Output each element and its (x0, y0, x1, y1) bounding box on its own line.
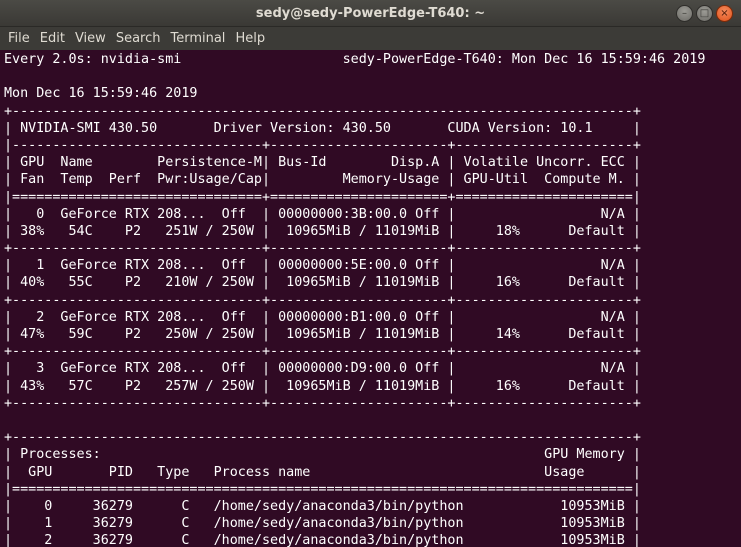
processes-border-line: +---------------------------------------… (4, 430, 641, 446)
close-icon: × (720, 8, 729, 19)
gpu-1-usage-line: | 40% 55C P2 210W / 250W | 10965MiB / 11… (4, 275, 641, 291)
process-row-1: | 1 36279 C /home/sedy/anaconda3/bin/pyt… (4, 516, 641, 532)
menu-file[interactable]: File (3, 27, 35, 50)
table-separator-line: |===============================+=======… (4, 189, 641, 205)
timestamp-line: Mon Dec 16 15:59:46 2019 (4, 86, 198, 102)
maximize-icon: □ (699, 8, 710, 19)
menu-help[interactable]: Help (230, 27, 270, 50)
title-bar[interactable]: sedy@sedy-PowerEdge-T640: ~ – □ × (0, 0, 741, 27)
window-title: sedy@sedy-PowerEdge-T640: ~ (255, 6, 486, 21)
terminal-window: sedy@sedy-PowerEdge-T640: ~ – □ × File E… (0, 0, 741, 547)
table-border-line: +-------------------------------+-------… (4, 344, 641, 360)
process-row-2: | 2 36279 C /home/sedy/anaconda3/bin/pyt… (4, 533, 641, 547)
process-row-0: | 0 36279 C /home/sedy/anaconda3/bin/pyt… (4, 498, 641, 514)
terminal-output[interactable]: Every 2.0s: nvidia-smi sedy-PowerEdge-T6… (4, 51, 741, 547)
minimize-icon: – (682, 8, 687, 19)
table-border-line: +-------------------------------+-------… (4, 292, 641, 308)
close-button[interactable]: × (716, 5, 733, 22)
gpu-header-line-1: | GPU Name Persistence-M| Bus-Id Disp.A … (4, 155, 641, 171)
menu-search[interactable]: Search (111, 27, 166, 50)
gpu-0-info-line: | 0 GeForce RTX 208... Off | 00000000:3B… (4, 206, 641, 222)
gpu-1-info-line: | 1 GeForce RTX 208... Off | 00000000:5E… (4, 258, 641, 274)
gpu-2-usage-line: | 47% 59C P2 250W / 250W | 10965MiB / 11… (4, 327, 641, 342)
gpu-0-usage-line: | 38% 54C P2 251W / 250W | 10965MiB / 11… (4, 223, 641, 239)
watch-header-line: Every 2.0s: nvidia-smi sedy-PowerEdge-T6… (4, 52, 706, 67)
processes-title-line: | Processes: GPU Memory | (4, 447, 641, 463)
gpu-header-line-2: | Fan Temp Perf Pwr:Usage/Cap| Memory-Us… (4, 172, 641, 188)
gpu-3-info-line: | 3 GeForce RTX 208... Off | 00000000:D9… (4, 361, 641, 377)
table-border-line: +---------------------------------------… (4, 103, 641, 119)
gpu-2-info-line: | 2 GeForce RTX 208... Off | 00000000:B1… (4, 309, 641, 325)
table-border-line: +-------------------------------+-------… (4, 395, 641, 411)
menu-view[interactable]: View (70, 27, 111, 50)
menu-terminal[interactable]: Terminal (165, 27, 230, 50)
menu-edit[interactable]: Edit (35, 27, 70, 50)
minimize-button[interactable]: – (676, 5, 693, 22)
processes-header-line: | GPU PID Type Process name Usage | (4, 464, 641, 480)
gpu-3-usage-line: | 43% 57C P2 257W / 250W | 10965MiB / 11… (4, 378, 641, 394)
menu-bar: File Edit View Search Terminal Help (0, 27, 741, 50)
maximize-button[interactable]: □ (696, 5, 713, 22)
window-controls: – □ × (676, 5, 733, 22)
table-border-line: |-------------------------------+-------… (4, 137, 641, 153)
version-info-line: | NVIDIA-SMI 430.50 Driver Version: 430.… (4, 120, 641, 136)
processes-separator-line: |=======================================… (4, 481, 641, 497)
table-border-line: +-------------------------------+-------… (4, 241, 641, 257)
